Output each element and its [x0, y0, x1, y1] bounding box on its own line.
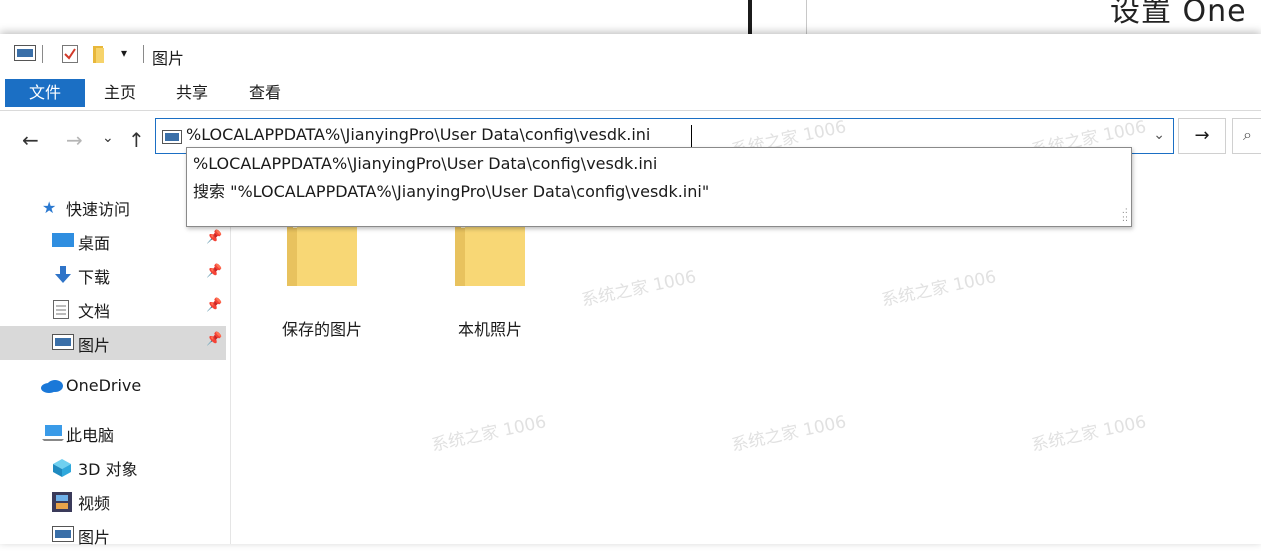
nav-label: 文档	[78, 302, 111, 321]
watermark: 系统之家 1006	[729, 412, 848, 456]
window-system-icon[interactable]	[14, 45, 36, 65]
nav-label: 此电脑	[66, 426, 115, 445]
navigation-pane: ★ 快速访问 桌面 📌 下载 📌 文档 📌 图片 📌 OneDrive 此电脑 …	[0, 182, 231, 547]
properties-icon[interactable]	[62, 45, 78, 67]
nav-label: 快速访问	[66, 200, 131, 219]
suggestion-item-path[interactable]: %LOCALAPPDATA%\JianyingPro\User Data\con…	[193, 154, 657, 173]
go-button[interactable]: →	[1178, 118, 1226, 154]
nav-label: 图片	[78, 528, 111, 547]
background-window: 设置 One	[0, 0, 1261, 34]
resize-grip-icon[interactable]: .:::	[1122, 207, 1128, 224]
nav-label: 桌面	[78, 234, 111, 253]
tab-share[interactable]: 共享	[176, 80, 208, 106]
nav-item-pictures-pc[interactable]: 图片	[0, 518, 226, 552]
text-caret	[691, 125, 692, 147]
file-explorer-window: ▾ 图片 文件 主页 共享 查看 ← → ⌄ ↑ %LOCALAPPDATA%\…	[0, 34, 1261, 547]
documents-icon	[53, 300, 73, 319]
search-icon: ⌕	[1243, 125, 1252, 144]
tab-home[interactable]: 主页	[104, 80, 136, 106]
pictures-icon	[162, 129, 182, 148]
nav-label: 3D 对象	[78, 460, 138, 479]
nav-label: 图片	[78, 336, 111, 355]
nav-item-documents[interactable]: 文档 📌	[0, 292, 226, 326]
recent-locations-button[interactable]: ⌄	[102, 130, 114, 146]
nav-item-this-pc[interactable]: 此电脑	[0, 416, 226, 450]
nav-label: 下载	[78, 268, 111, 287]
nav-item-3d-objects[interactable]: 3D 对象	[0, 450, 226, 484]
nav-item-desktop[interactable]: 桌面 📌	[0, 224, 226, 258]
background-divider	[748, 0, 752, 34]
address-suggestions: %LOCALAPPDATA%\JianyingPro\User Data\con…	[186, 147, 1132, 227]
address-input[interactable]: %LOCALAPPDATA%\JianyingPro\User Data\con…	[186, 125, 650, 144]
forward-button[interactable]: →	[66, 128, 83, 152]
search-box[interactable]: ⌕	[1232, 118, 1261, 154]
watermark: 系统之家 1006	[1029, 412, 1148, 456]
3d-objects-icon	[52, 458, 72, 477]
folder-label: 保存的图片	[281, 320, 362, 339]
watermark: 系统之家 1006	[879, 267, 998, 311]
star-icon: ★	[42, 198, 57, 217]
computer-icon	[42, 424, 64, 442]
background-pane-edge	[806, 0, 807, 34]
new-folder-icon[interactable]	[93, 45, 105, 67]
title-bar: ▾ 图片	[0, 34, 1261, 74]
pin-icon: 📌	[206, 332, 223, 347]
nav-item-videos[interactable]: 视频	[0, 484, 226, 518]
nav-item-pictures[interactable]: 图片 📌	[0, 326, 226, 360]
watermark: 系统之家 1006	[579, 267, 698, 311]
nav-label: OneDrive	[66, 376, 142, 395]
tab-file[interactable]: 文件	[5, 79, 85, 107]
back-button[interactable]: ←	[22, 128, 39, 152]
ribbon-tabs: 文件 主页 共享 查看	[0, 74, 1261, 111]
suggestion-item-search[interactable]: 搜索 "%LOCALAPPDATA%\JianyingPro\User Data…	[193, 178, 709, 202]
pin-icon: 📌	[206, 230, 223, 245]
background-window-title: 设置 One	[1110, 0, 1247, 29]
cloud-icon	[40, 378, 63, 396]
folder-label: 本机照片	[457, 320, 522, 339]
nav-label: 视频	[78, 494, 111, 513]
customize-toolbar-icon[interactable]: ▾	[121, 46, 127, 60]
pin-icon: 📌	[206, 298, 223, 313]
pictures-icon	[52, 334, 74, 352]
up-button[interactable]: ↑	[128, 128, 145, 152]
nav-item-onedrive[interactable]: OneDrive	[0, 370, 226, 404]
pin-icon: 📌	[206, 264, 223, 279]
window-title: 图片	[152, 49, 185, 68]
pictures-icon	[52, 526, 74, 544]
address-dropdown-icon[interactable]: ⌄	[1153, 127, 1165, 143]
watermark: 系统之家 1006	[429, 412, 548, 456]
videos-icon	[52, 492, 72, 512]
download-icon	[54, 266, 74, 284]
tab-view[interactable]: 查看	[249, 80, 281, 106]
desktop-icon	[52, 232, 74, 250]
nav-item-downloads[interactable]: 下载 📌	[0, 258, 226, 292]
